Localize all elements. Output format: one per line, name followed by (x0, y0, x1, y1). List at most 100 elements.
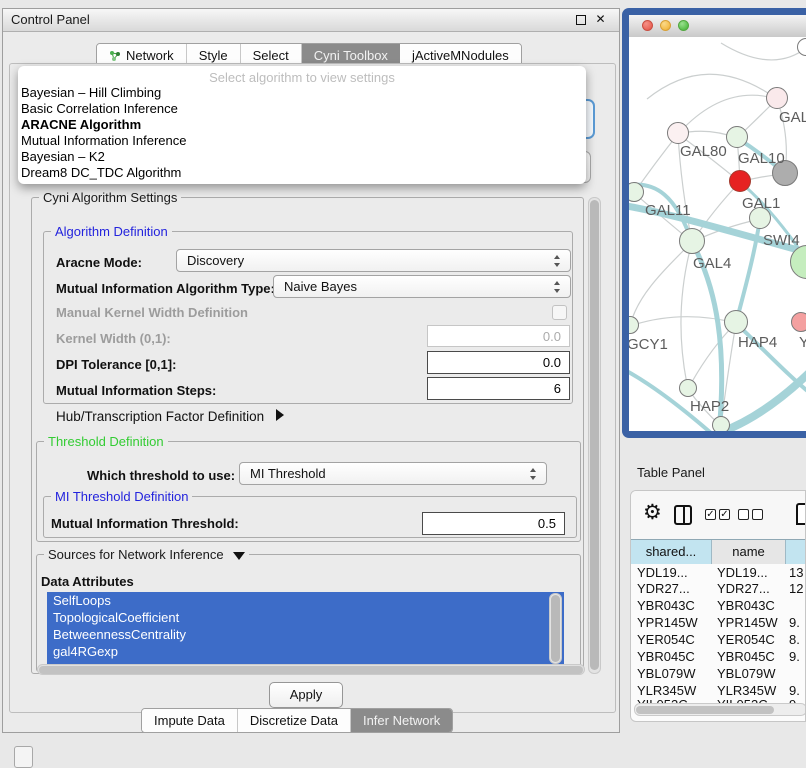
which-threshold-combobox[interactable]: MI Threshold (239, 462, 547, 485)
network-node-hap4[interactable] (724, 310, 748, 334)
list-scrollbar[interactable] (549, 593, 562, 664)
disclosure-down-icon (233, 552, 245, 560)
network-node-salmon[interactable] (791, 312, 806, 332)
apply-button[interactable]: Apply (269, 682, 343, 708)
close-icon[interactable]: ✕ (594, 13, 607, 26)
tab-infer-network[interactable]: Infer Network (351, 709, 452, 732)
node-label: GCY1 (629, 336, 668, 353)
table-cell[interactable]: 12 (789, 581, 806, 596)
table-cell[interactable]: 13 (789, 565, 806, 580)
node-label: HAP2 (690, 398, 729, 415)
list-item[interactable]: BetweennessCentrality (47, 626, 564, 643)
data-attributes-label: Data Attributes (41, 574, 134, 589)
table-cell[interactable]: 9. (789, 649, 806, 664)
checkbox-unchecked-icon[interactable] (752, 509, 763, 520)
dpi-tolerance-field[interactable]: 0.0 (427, 351, 570, 374)
group-title: Algorithm Definition (51, 224, 172, 239)
table-cell[interactable]: YBR043C (717, 598, 783, 613)
sources-title: Sources for Network Inference (48, 547, 224, 562)
network-window-titlebar[interactable] (629, 15, 806, 38)
corner-panel-icon[interactable] (14, 746, 33, 768)
table-horizontal-scrollbar[interactable] (634, 703, 806, 716)
checkbox-unchecked-icon[interactable] (738, 509, 749, 520)
hub-definition-disclosure[interactable]: Hub/Transcription Factor Definition (56, 409, 284, 424)
list-item[interactable]: SelfLoops (47, 592, 564, 609)
mi-algorithm-type-combobox[interactable]: Naive Bayes (273, 275, 571, 298)
list-item[interactable]: gal4RGexp (47, 643, 564, 660)
table-cell[interactable]: YDL19... (717, 565, 783, 580)
settings-horizontal-scrollbar[interactable] (37, 664, 585, 675)
traffic-light-close-icon[interactable] (642, 20, 653, 31)
float-window-icon[interactable] (576, 15, 586, 25)
node-label: GAL10 (738, 150, 785, 167)
table-cell[interactable]: YDR27... (637, 581, 709, 596)
network-node-gal4[interactable] (679, 228, 705, 254)
list-item[interactable]: TopologicalCoefficient (47, 609, 564, 626)
kernel-width-field: 0.0 (427, 325, 570, 347)
network-node-red[interactable] (729, 170, 751, 192)
tab-label: Impute Data (154, 713, 225, 728)
checkbox-checked-icon[interactable]: ✓ (719, 509, 730, 520)
gear-icon[interactable]: ⚙ (643, 500, 662, 525)
column-header-name[interactable]: name (712, 540, 786, 564)
table-cell[interactable]: YER054C (637, 632, 709, 647)
network-node-hap2[interactable] (679, 379, 697, 397)
table-cell[interactable]: 8. (789, 632, 806, 647)
network-node-gal10[interactable] (726, 126, 748, 148)
table-panel: ⚙ ✓ ✓ shared... name YDL19... YDL19... 1… (630, 490, 806, 722)
node-label: Y (799, 334, 806, 351)
table-cell[interactable]: YBR045C (717, 649, 783, 664)
table-cell[interactable]: YBR043C (637, 598, 709, 613)
table-cell[interactable]: 9. (789, 615, 806, 630)
table-cell[interactable]: YDR27... (717, 581, 783, 596)
table-cell[interactable]: YBR045C (637, 649, 709, 664)
document-icon[interactable] (796, 503, 806, 525)
network-node[interactable] (766, 87, 788, 109)
table-cell[interactable]: YER054C (717, 632, 783, 647)
tab-label: Infer Network (363, 713, 440, 728)
table-cell[interactable]: YDL19... (637, 565, 709, 580)
node-label: GAL (779, 109, 806, 126)
algorithm-option[interactable]: Basic Correlation Inference (21, 101, 581, 117)
group-title: Cyni Algorithm Settings (39, 190, 181, 205)
field-value: 0.5 (538, 516, 556, 531)
table-cell[interactable]: YPR145W (637, 615, 709, 630)
aracne-mode-combobox[interactable]: Discovery (176, 249, 571, 272)
algorithm-option[interactable]: Mutual Information Inference (21, 133, 581, 149)
mi-threshold-label: Mutual Information Threshold: (51, 516, 239, 531)
control-panel-titlebar[interactable]: Control Panel ✕ (3, 9, 619, 32)
table-cell[interactable]: YPR145W (717, 615, 783, 630)
checkbox-checked-icon[interactable]: ✓ (705, 509, 716, 520)
network-node-gal80[interactable] (667, 122, 689, 144)
mi-steps-field[interactable]: 6 (427, 377, 570, 400)
tab-discretize-data[interactable]: Discretize Data (238, 709, 351, 732)
control-panel-window: Control Panel ✕ Network Style Select Cyn… (2, 8, 620, 733)
tab-impute-data[interactable]: Impute Data (142, 709, 238, 732)
node-label: SWI4 (763, 232, 800, 249)
table-cell[interactable]: YBL079W (637, 666, 709, 681)
combo-value: MI Threshold (250, 466, 326, 481)
algorithm-option[interactable]: Dream8 DC_TDC Algorithm (21, 165, 581, 181)
algorithm-option[interactable]: Bayesian – Hill Climbing (21, 85, 581, 101)
algorithm-option-selected[interactable]: ARACNE Algorithm (21, 117, 581, 133)
node-label: GAL4 (693, 255, 731, 272)
table-cell[interactable]: 9. (789, 683, 806, 698)
aracne-mode-label: Aracne Mode: (56, 255, 142, 270)
table-cell[interactable]: YLR345W (637, 683, 709, 698)
node-label: HAP4 (738, 334, 777, 351)
column-header-partial[interactable] (786, 540, 806, 564)
mi-threshold-field[interactable]: 0.5 (422, 512, 565, 535)
algorithm-option[interactable]: Bayesian – K2 (21, 149, 581, 165)
network-canvas[interactable]: GAL GAL80 GAL10 GAL1 GAL11 SWI4 GAL4 GCY… (629, 37, 806, 431)
traffic-light-minimize-icon[interactable] (660, 20, 671, 31)
manual-kernel-label: Manual Kernel Width Definition (56, 305, 248, 320)
traffic-light-zoom-icon[interactable] (678, 20, 689, 31)
table-cell[interactable]: YLR345W (717, 683, 783, 698)
network-node[interactable] (712, 416, 730, 431)
node-label: GAL11 (645, 202, 691, 219)
table-cell[interactable]: YBL079W (717, 666, 783, 681)
column-header-shared[interactable]: shared... (631, 540, 712, 564)
settings-vertical-scrollbar[interactable] (588, 197, 601, 674)
split-view-icon[interactable] (674, 505, 692, 525)
sources-disclosure[interactable]: Sources for Network Inference (44, 547, 249, 562)
